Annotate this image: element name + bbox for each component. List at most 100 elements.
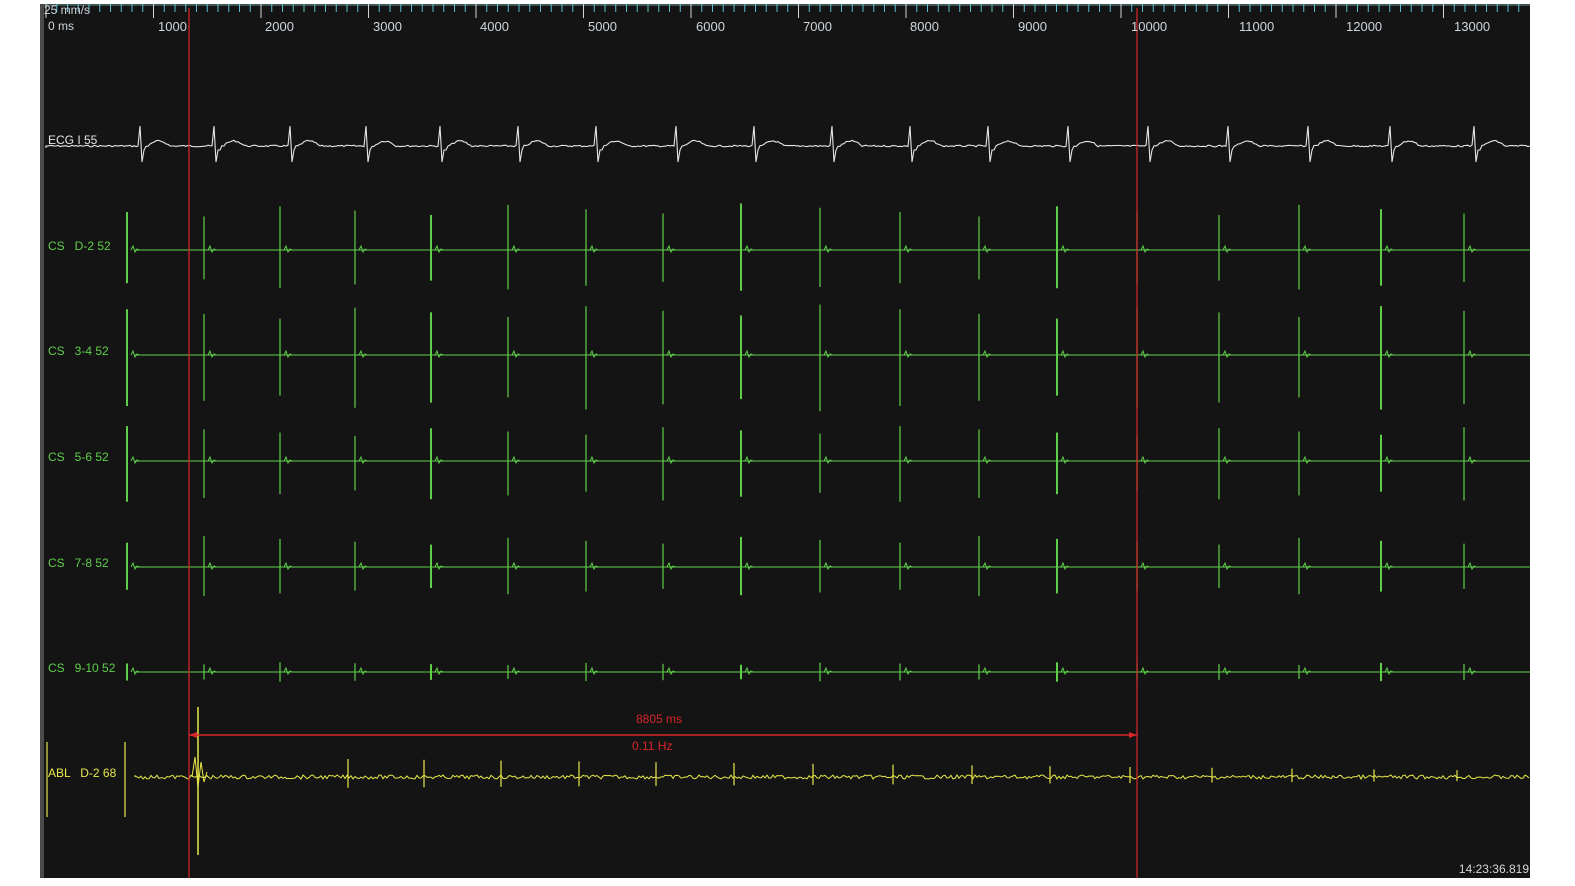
cs-wiggle <box>1384 244 1394 254</box>
cs-wiggle <box>982 349 992 359</box>
cs-wiggle <box>744 561 754 571</box>
cs-wiggle <box>511 244 521 254</box>
cs-wiggle <box>1140 455 1150 465</box>
time-axis-label: 13000 <box>1454 19 1491 34</box>
cs-wiggle <box>744 244 754 254</box>
channel-label-cs-d2[interactable]: CS D-2 52 <box>48 240 111 252</box>
cs-wiggle <box>1140 244 1150 254</box>
cs-wiggle <box>283 666 293 676</box>
cs-wiggle <box>1302 244 1312 254</box>
cs-wiggle <box>358 666 368 676</box>
cs-wiggle <box>744 666 754 676</box>
cs-wiggle <box>207 244 217 254</box>
cs-wiggle <box>511 455 521 465</box>
cs-wiggle <box>358 561 368 571</box>
channel-label-cs-56[interactable]: CS 5-6 52 <box>48 451 109 463</box>
cs-wiggle <box>1140 561 1150 571</box>
timestamp-clock: 14:23:36.819 <box>1458 862 1529 876</box>
channel-label-cs-910[interactable]: CS 9-10 52 <box>48 662 115 674</box>
cs-wiggle <box>130 455 140 465</box>
cs-wiggle <box>589 244 599 254</box>
channel-label-cs-34[interactable]: CS 3-4 52 <box>48 345 109 357</box>
cs-wiggle <box>1302 349 1312 359</box>
cs-wiggle <box>207 561 217 571</box>
cs-wiggle <box>903 666 913 676</box>
cs-wiggle <box>1384 455 1394 465</box>
caliper-frequency-label: 0.11 Hz <box>632 739 673 753</box>
cs-wiggle <box>744 349 754 359</box>
cs-wiggle <box>982 455 992 465</box>
trace-canvas[interactable] <box>40 4 1530 878</box>
cs-wiggle <box>207 666 217 676</box>
time-axis-label: 2000 <box>265 19 294 34</box>
channel-label-ecg[interactable]: ECG I 55 <box>48 134 97 146</box>
cs-wiggle <box>1222 349 1232 359</box>
cs-wiggle <box>1222 244 1232 254</box>
channel-label-abl-d2[interactable]: ABL D-2 68 <box>48 767 116 779</box>
cs-wiggle <box>1384 349 1394 359</box>
cs-wiggle <box>666 244 676 254</box>
cs-wiggle <box>666 455 676 465</box>
cs-wiggle <box>903 561 913 571</box>
caliper-arrowhead-right <box>1129 732 1137 738</box>
cs-wiggle <box>283 349 293 359</box>
cs-wiggle <box>589 349 599 359</box>
cs-wiggle <box>1060 561 1070 571</box>
time-axis-label: 3000 <box>373 19 402 34</box>
cs-wiggle <box>283 561 293 571</box>
cs-wiggle <box>744 455 754 465</box>
cs-wiggle <box>1060 244 1070 254</box>
cs-wiggle <box>1467 455 1477 465</box>
cs-wiggle <box>358 244 368 254</box>
ecg-trace <box>45 125 1530 163</box>
time-origin-label: 0 ms <box>48 19 75 33</box>
ecg-viewer: 25 mm/s 0 ms 1000 2000 3000 4000 5000 6000 700… <box>0 0 1575 886</box>
speed-label[interactable]: 25 mm/s <box>44 4 90 16</box>
cs-wiggle <box>1140 349 1150 359</box>
cs-wiggle <box>1467 349 1477 359</box>
cs-wiggle <box>1467 244 1477 254</box>
cs-wiggle <box>511 561 521 571</box>
cs-wiggle <box>982 244 992 254</box>
cs-wiggle <box>982 561 992 571</box>
cs-wiggle <box>130 244 140 254</box>
cs-wiggle <box>1222 666 1232 676</box>
cs-wiggle <box>666 349 676 359</box>
time-axis-label: 10000 <box>1131 19 1168 34</box>
cs-wiggle <box>283 455 293 465</box>
channel-label-cs-78[interactable]: CS 7-8 52 <box>48 557 109 569</box>
time-axis-label: 8000 <box>910 19 939 34</box>
time-axis-label: 11000 <box>1239 19 1275 34</box>
cs-wiggle <box>903 349 913 359</box>
time-axis-label: 1000 <box>158 19 187 34</box>
cs-wiggle <box>1140 666 1150 676</box>
cs-wiggle <box>1467 666 1477 676</box>
cs-wiggle <box>666 561 676 571</box>
cs-wiggle <box>434 349 444 359</box>
cs-wiggle <box>434 455 444 465</box>
cs-wiggle <box>434 561 444 571</box>
cs-wiggle <box>903 244 913 254</box>
cs-wiggle <box>1060 455 1070 465</box>
cs-wiggle <box>823 455 833 465</box>
time-axis-label: 6000 <box>696 19 725 34</box>
cs-wiggle <box>207 349 217 359</box>
trace-panel[interactable] <box>40 4 1530 878</box>
time-axis-label: 7000 <box>803 19 832 34</box>
cs-wiggle <box>823 666 833 676</box>
cs-wiggle <box>589 455 599 465</box>
cs-wiggle <box>358 455 368 465</box>
cs-wiggle <box>1467 561 1477 571</box>
time-axis-label: 9000 <box>1018 19 1047 34</box>
cs-wiggle <box>207 455 217 465</box>
cs-wiggle <box>823 349 833 359</box>
cs-wiggle <box>1302 455 1312 465</box>
abl-burst <box>191 756 208 788</box>
cs-wiggle <box>283 244 293 254</box>
cs-wiggle <box>1384 666 1394 676</box>
cs-wiggle <box>130 666 140 676</box>
cs-wiggle <box>589 561 599 571</box>
cs-wiggle <box>511 666 521 676</box>
cs-wiggle <box>1060 666 1070 676</box>
cs-wiggle <box>358 349 368 359</box>
